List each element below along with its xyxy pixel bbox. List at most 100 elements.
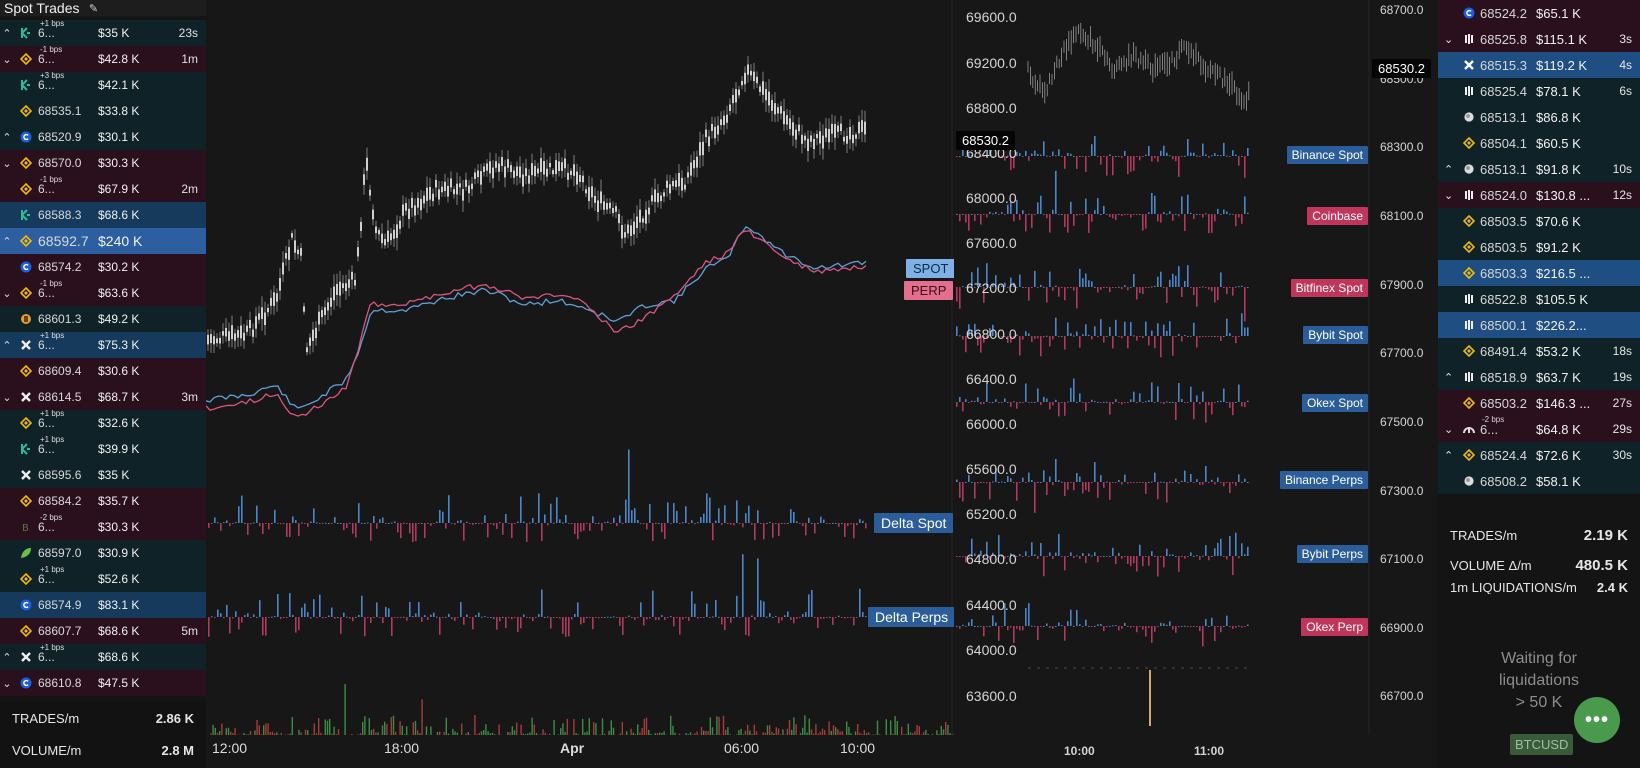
delta-bar xyxy=(622,617,624,635)
right-trade-row[interactable]: ⌃ 68513.1 $91.8 K 10s xyxy=(1438,156,1640,182)
left-trade-row[interactable]: +1 bps 6... $39.9 K xyxy=(0,435,206,462)
delta-bar xyxy=(1208,336,1210,337)
delta-bar xyxy=(1061,402,1063,403)
delta-bar xyxy=(974,482,976,499)
trade-price: +1 bps 6... xyxy=(38,643,98,664)
delta-bar xyxy=(1040,402,1042,405)
left-trade-row[interactable]: B -2 bps 6... $30.3 K xyxy=(0,513,206,540)
right-trade-row[interactable]: ⌄ -2 bps 6... $64.8 K 29s xyxy=(1438,415,1640,442)
right-trade-row[interactable]: 68500.1 $226.2... xyxy=(1438,312,1640,338)
right-trade-row[interactable]: 68525.4 $78.1 K 6s xyxy=(1438,78,1640,104)
right-trade-row[interactable]: 68491.4 $53.2 K 18s xyxy=(1438,338,1640,364)
delta-bar xyxy=(343,612,345,617)
left-trade-row[interactable]: 68574.2 $30.2 K xyxy=(0,254,206,280)
delta-bar xyxy=(592,617,594,630)
volume-bar xyxy=(267,723,269,735)
volume-bar xyxy=(553,719,555,735)
right-trade-row[interactable]: ⌄ 68525.8 $115.1 K 3s xyxy=(1438,26,1640,52)
delta-bar xyxy=(1196,287,1198,307)
left-trade-row[interactable]: +3 bps 6... $42.1 K xyxy=(0,71,206,98)
delta-bar xyxy=(1130,156,1132,172)
left-trade-row[interactable]: ⌄ -1 bps 6... $63.6 K xyxy=(0,279,206,306)
left-trade-row[interactable]: +1 bps 6... $52.6 K xyxy=(0,565,206,592)
right-trade-row[interactable]: ⌃ 68518.9 $63.7 K 19s xyxy=(1438,364,1640,390)
delta-bar xyxy=(1094,136,1096,156)
left-trade-row[interactable]: 68584.2 $35.7 K xyxy=(0,488,206,514)
left-trade-row[interactable]: 68535.1 $33.8 K xyxy=(0,98,206,124)
trade-price-value: 68601.3 xyxy=(38,312,82,326)
candle-body xyxy=(480,171,482,185)
more-options-button[interactable]: ••• xyxy=(1574,697,1620,743)
candle-body xyxy=(225,327,227,337)
delta-bar xyxy=(1067,621,1069,626)
left-trade-row[interactable]: 68574.9 $83.1 K xyxy=(0,592,206,618)
left-trade-row[interactable]: ⌃ +1 bps 6... $75.3 K xyxy=(0,331,206,358)
trade-amount: $65.1 K xyxy=(1536,5,1581,21)
right-trade-row[interactable]: 68508.2 $58.1 K xyxy=(1438,468,1640,494)
left-trade-row[interactable]: 68597.0 $30.9 K xyxy=(0,540,206,566)
candle-body xyxy=(384,239,386,246)
delta-bar xyxy=(1121,287,1123,290)
delta-bar xyxy=(1061,156,1063,157)
volume-bar xyxy=(612,727,615,735)
ticker-badge[interactable]: BTCUSD xyxy=(1510,734,1574,755)
left-trade-row[interactable]: ⌃ +1 bps 6... $35 K 23s xyxy=(0,19,206,46)
volume-bar xyxy=(362,721,364,735)
left-trade-row[interactable]: 68595.6 $35 K xyxy=(0,462,206,488)
right-trade-row[interactable]: 68504.1 $60.5 K xyxy=(1438,130,1640,156)
delta-bar xyxy=(526,617,528,618)
left-trade-row[interactable]: 68588.3 $68.6 K xyxy=(0,202,206,228)
right-trade-row[interactable]: 68503.5 $70.6 K xyxy=(1438,208,1640,234)
left-trade-row[interactable]: ⌃ 68592.7 $240 K xyxy=(0,228,206,254)
delta-bar xyxy=(310,617,312,619)
right-trade-row[interactable]: ⌃ 68524.4 $72.6 K 30s xyxy=(1438,442,1640,468)
exchange-label: Coinbase xyxy=(1307,207,1368,225)
chevron-up-icon: ⌃ xyxy=(2,651,12,664)
left-trade-row[interactable]: -1 bps 6... $67.9 K 2m xyxy=(0,175,206,202)
delta-bar xyxy=(1103,482,1105,488)
left-trade-row[interactable]: +1 bps 6... $32.6 K xyxy=(0,409,206,436)
right-trade-row[interactable]: 68503.3 $216.5 ... xyxy=(1438,260,1640,286)
left-trade-row[interactable]: ⌃ 68520.9 $30.1 K xyxy=(0,124,206,150)
delta-bar xyxy=(1121,336,1123,339)
delta-bar xyxy=(217,522,219,524)
pencil-icon[interactable]: ✎ xyxy=(87,1,101,15)
left-trade-row[interactable]: 68601.3 $49.2 K xyxy=(0,306,206,332)
trade-price-value: 68518.9 xyxy=(1480,369,1527,385)
candle-body xyxy=(807,138,809,151)
right-trade-row[interactable]: 68513.1 $86.8 K xyxy=(1438,104,1640,130)
right-trade-row[interactable]: 68503.5 $91.2 K xyxy=(1438,234,1640,260)
delta-bar xyxy=(859,588,861,617)
candle-body xyxy=(621,224,623,239)
delta-bar xyxy=(487,617,489,618)
delta-bar xyxy=(1064,336,1066,350)
main-price-chart[interactable] xyxy=(206,0,954,768)
delta-bar xyxy=(1034,554,1036,556)
delta-bar xyxy=(1061,213,1063,215)
right-trade-row[interactable]: 68522.8 $105.5 K xyxy=(1438,286,1640,312)
delta-bar xyxy=(1157,323,1159,336)
left-trade-row[interactable]: 68609.4 $30.6 K xyxy=(0,358,206,384)
left-trade-row[interactable]: ⌄ 68570.0 $30.3 K xyxy=(0,150,206,176)
delta-bar xyxy=(1046,398,1048,402)
left-trade-row[interactable]: ⌃ +1 bps 6... $68.6 K xyxy=(0,643,206,670)
delta-bar xyxy=(1169,621,1171,626)
binance-icon xyxy=(18,182,34,196)
volume-bar xyxy=(861,733,863,735)
volume-bar xyxy=(344,684,346,735)
delta-bar xyxy=(1037,626,1039,641)
left-trade-row[interactable]: ⌄ 68614.5 $68.7 K 3m xyxy=(0,384,206,410)
candle-body xyxy=(696,156,698,168)
right-trade-row[interactable]: 68503.2 $146.3 ... 27s xyxy=(1438,390,1640,416)
right-trade-row[interactable]: 68515.3 $119.2 K 4s xyxy=(1438,52,1640,78)
delta-bar xyxy=(262,617,264,636)
left-trade-row[interactable]: ⌄ -1 bps 6... $42.8 K 1m xyxy=(0,45,206,72)
left-trade-row[interactable]: ⌄ 68610.8 $47.5 K xyxy=(0,670,206,696)
right-trade-row[interactable]: 68524.2 $65.1 K xyxy=(1438,0,1640,26)
delta-bar xyxy=(367,617,369,618)
delta-bar xyxy=(640,602,642,617)
right-trade-row[interactable]: ⌄ 68524.0 $130.8 ... 12s xyxy=(1438,182,1640,208)
delta-bar xyxy=(1133,556,1135,564)
delta-bar xyxy=(1229,402,1231,408)
left-trade-row[interactable]: 68607.7 $68.6 K 5m xyxy=(0,618,206,644)
